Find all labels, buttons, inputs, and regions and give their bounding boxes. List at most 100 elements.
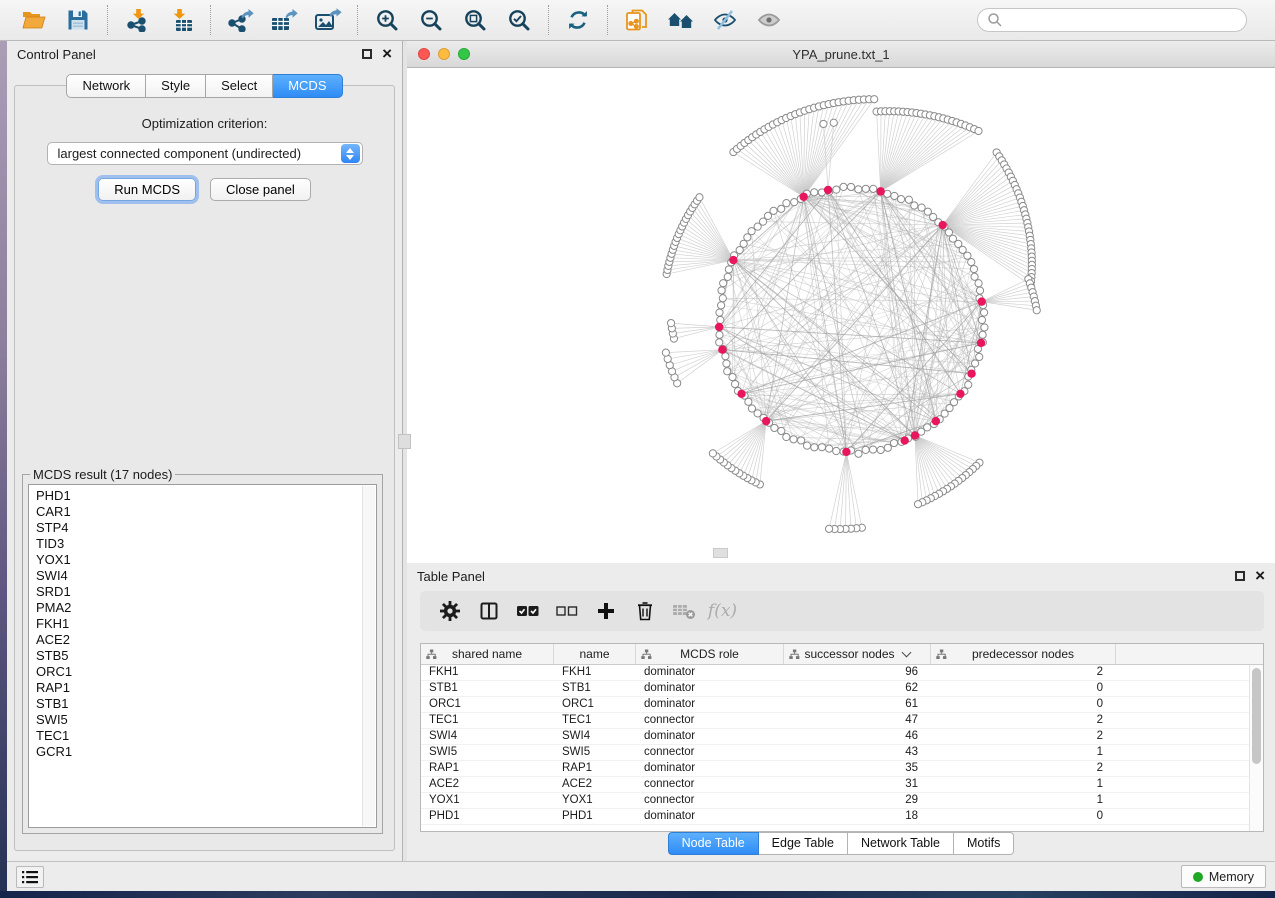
- tab-style[interactable]: Style: [146, 74, 206, 98]
- column-label: name: [579, 647, 609, 661]
- table-cell: ORC1: [554, 697, 636, 712]
- float-panel-icon[interactable]: [1235, 571, 1245, 581]
- criterion-dropdown-value: largest connected component (undirected): [58, 146, 341, 161]
- mcds-result-node[interactable]: TID3: [36, 536, 376, 552]
- mcds-result-node[interactable]: STB1: [36, 696, 376, 712]
- mcds-result-node[interactable]: TEC1: [36, 728, 376, 744]
- table-row[interactable]: SWI4SWI4dominator462: [421, 729, 1263, 745]
- tab-node-table[interactable]: Node Table: [668, 832, 759, 855]
- search-field[interactable]: [977, 8, 1247, 32]
- mcds-result-node[interactable]: RAP1: [36, 680, 376, 696]
- run-mcds-button[interactable]: Run MCDS: [98, 178, 196, 201]
- hide-selected-button[interactable]: [703, 2, 747, 38]
- column-header-mcds-role[interactable]: MCDS role: [636, 644, 784, 664]
- zoom-fit-button[interactable]: [453, 2, 497, 38]
- add-column-button[interactable]: [586, 595, 625, 627]
- zoom-out-button[interactable]: [409, 2, 453, 38]
- mcds-result-node[interactable]: GCR1: [36, 744, 376, 760]
- task-history-button[interactable]: [16, 866, 44, 888]
- table-cell: dominator: [636, 665, 784, 680]
- import-network-button[interactable]: [115, 2, 159, 38]
- table-row[interactable]: RAP1RAP1dominator352: [421, 761, 1263, 777]
- attribute-tree-icon: [641, 649, 652, 660]
- table-row[interactable]: STB1STB1dominator620: [421, 681, 1263, 697]
- table-row[interactable]: FKH1FKH1dominator962: [421, 665, 1263, 681]
- delete-column-button[interactable]: [625, 595, 664, 627]
- mcds-result-node[interactable]: FKH1: [36, 616, 376, 632]
- tab-select[interactable]: Select: [206, 74, 273, 98]
- table-options-button[interactable]: [430, 595, 469, 627]
- search-input[interactable]: [1003, 13, 1237, 28]
- mcds-result-node[interactable]: CAR1: [36, 504, 376, 520]
- close-panel-icon[interactable]: ×: [382, 49, 392, 59]
- table-row[interactable]: ORC1ORC1dominator610: [421, 697, 1263, 713]
- table-cell: ACE2: [421, 777, 554, 792]
- table-scrollbar[interactable]: [1249, 665, 1263, 831]
- tab-mcds[interactable]: MCDS: [273, 74, 342, 98]
- toolbar-separator: [210, 5, 211, 35]
- duplicate-network-button[interactable]: [615, 2, 659, 38]
- mcds-result-node[interactable]: PMA2: [36, 600, 376, 616]
- column-header-successor-nodes[interactable]: successor nodes: [784, 644, 931, 664]
- mcds-result-node[interactable]: ACE2: [36, 632, 376, 648]
- criterion-dropdown[interactable]: largest connected component (undirected): [47, 142, 363, 165]
- export-image-button[interactable]: [306, 2, 350, 38]
- mcds-result-node[interactable]: YOX1: [36, 552, 376, 568]
- select-all-icon: [516, 602, 540, 620]
- mcds-result-node[interactable]: ORC1: [36, 664, 376, 680]
- zoom-in-button[interactable]: [365, 2, 409, 38]
- select-all-button[interactable]: [508, 595, 547, 627]
- first-neighbors-button[interactable]: [659, 2, 703, 38]
- mcds-result-node[interactable]: SWI5: [36, 712, 376, 728]
- column-header-name[interactable]: name: [554, 644, 636, 664]
- table-row[interactable]: SWI5SWI5connector431: [421, 745, 1263, 761]
- table-cell: 0: [931, 697, 1116, 712]
- show-columns-button[interactable]: [469, 595, 508, 627]
- mcds-result-node[interactable]: SWI4: [36, 568, 376, 584]
- network-canvas[interactable]: [407, 68, 1275, 563]
- table-cell: YOX1: [421, 793, 554, 808]
- tab-network-table[interactable]: Network Table: [848, 832, 954, 855]
- vertical-splitter-handle[interactable]: [398, 434, 411, 449]
- table-cell: PHD1: [554, 809, 636, 824]
- table-row[interactable]: ACE2ACE2connector311: [421, 777, 1263, 793]
- column-header-shared-name[interactable]: shared name: [421, 644, 554, 664]
- mcds-list-scrollbar[interactable]: [362, 486, 375, 826]
- save-session-button[interactable]: [56, 2, 100, 38]
- memory-button[interactable]: Memory: [1181, 865, 1266, 888]
- import-table-button[interactable]: [159, 2, 203, 38]
- deselect-all-button[interactable]: [547, 595, 586, 627]
- table-type-tabs: Node TableEdge TableNetwork TableMotifs: [407, 832, 1275, 855]
- export-table-button[interactable]: [262, 2, 306, 38]
- export-network-button[interactable]: [218, 2, 262, 38]
- mcds-result-node[interactable]: PHD1: [36, 488, 376, 504]
- table-row[interactable]: YOX1YOX1connector291: [421, 793, 1263, 809]
- plus-icon: [596, 601, 616, 621]
- close-panel-button[interactable]: Close panel: [210, 178, 311, 201]
- mcds-result-node[interactable]: SRD1: [36, 584, 376, 600]
- table-row[interactable]: PHD1PHD1dominator180: [421, 809, 1263, 825]
- tab-edge-table[interactable]: Edge Table: [759, 832, 848, 855]
- network-view[interactable]: [407, 68, 1275, 563]
- table-scrollbar-thumb[interactable]: [1252, 668, 1261, 764]
- mcds-result-list[interactable]: PHD1CAR1STP4TID3YOX1SWI4SRD1PMA2FKH1ACE2…: [28, 484, 377, 828]
- column-header-predecessor-nodes[interactable]: predecessor nodes: [931, 644, 1116, 664]
- network-window-titlebar[interactable]: YPA_prune.txt_1: [407, 41, 1275, 68]
- zoom-selected-button[interactable]: [497, 2, 541, 38]
- attribute-tree-icon: [789, 649, 800, 660]
- mcds-result-node[interactable]: STB5: [36, 648, 376, 664]
- tab-network[interactable]: Network: [66, 74, 146, 98]
- table-cell: 2: [931, 665, 1116, 680]
- float-panel-icon[interactable]: [362, 49, 372, 59]
- open-file-button[interactable]: [12, 2, 56, 38]
- show-all-button[interactable]: [747, 2, 791, 38]
- horizontal-splitter-handle[interactable]: [713, 548, 728, 558]
- tab-motifs[interactable]: Motifs: [954, 832, 1014, 855]
- apply-layout-button[interactable]: [556, 2, 600, 38]
- table-cell: 43: [784, 745, 931, 760]
- main-toolbar: [0, 0, 1275, 41]
- table-row[interactable]: TEC1TEC1connector472: [421, 713, 1263, 729]
- zoom-in-icon: [375, 8, 399, 32]
- close-panel-icon[interactable]: ×: [1255, 571, 1265, 581]
- mcds-result-node[interactable]: STP4: [36, 520, 376, 536]
